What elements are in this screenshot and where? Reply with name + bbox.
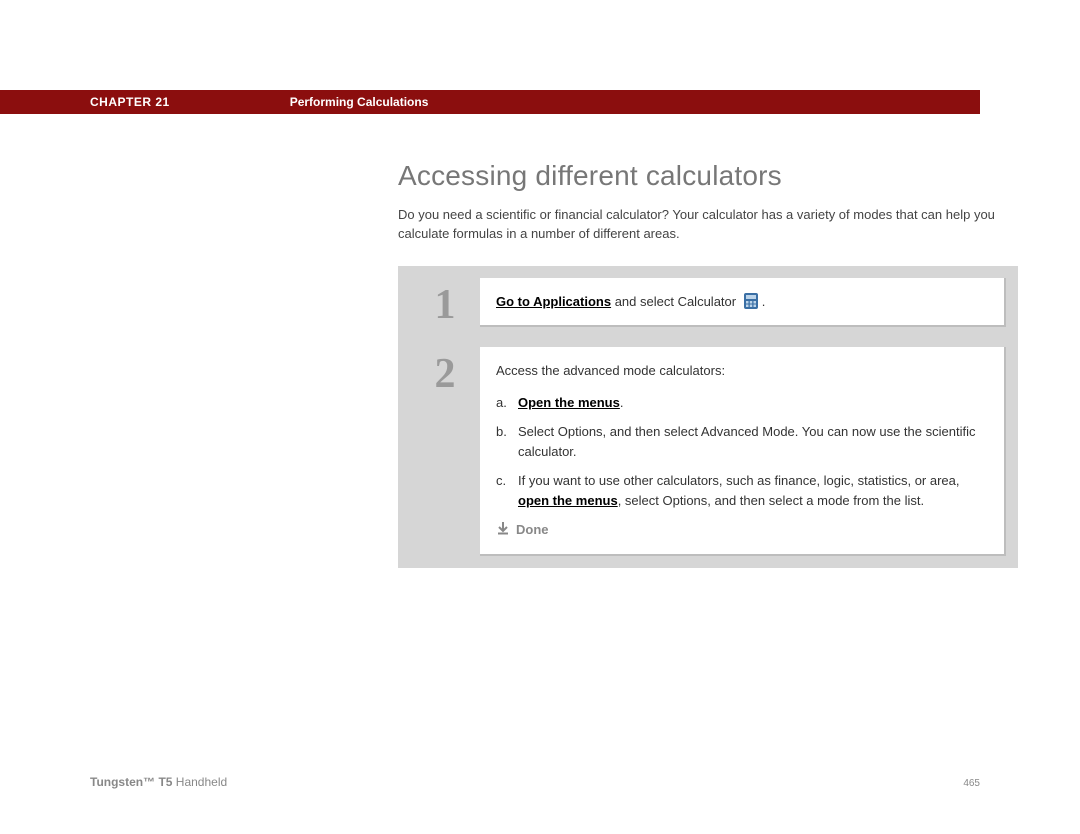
open-the-menus-link-2[interactable]: open the menus	[518, 493, 618, 508]
step-2b-label: b.	[496, 422, 518, 461]
page-footer: Tungsten™ T5 Handheld 465	[90, 775, 980, 789]
step-2a-suffix: .	[620, 395, 624, 410]
step-1-period: .	[762, 294, 766, 309]
step-2c-after: , select Options, and then select a mode…	[618, 493, 924, 508]
steps-container: 1 Go to Applications and select Calculat…	[398, 266, 1018, 568]
product-rest: Handheld	[172, 775, 227, 789]
step-2-number: 2	[410, 347, 480, 395]
intro-paragraph: Do you need a scientific or financial ca…	[398, 206, 1018, 244]
open-the-menus-link[interactable]: Open the menus	[518, 395, 620, 410]
step-1-body: Go to Applications and select Calculator…	[480, 278, 1006, 328]
done-indicator: Done	[496, 520, 988, 540]
step-2a: a. Open the menus.	[496, 393, 988, 413]
step-2c: c. If you want to use other calculators,…	[496, 471, 988, 510]
step-2-lead: Access the advanced mode calculators:	[496, 361, 988, 381]
page-number: 465	[963, 778, 980, 789]
main-content: Accessing different calculators Do you n…	[398, 160, 1018, 568]
chapter-header: CHAPTER 21 Performing Calculations	[0, 90, 980, 114]
step-2-body: Access the advanced mode calculators: a.…	[480, 347, 1006, 556]
step-2-sublist: a. Open the menus. b. Select Options, an…	[496, 393, 988, 511]
step-2b-text: Select Options, and then select Advanced…	[518, 422, 988, 461]
step-1: 1 Go to Applications and select Calculat…	[402, 270, 1014, 336]
step-1-number: 1	[410, 278, 480, 326]
page-title: Accessing different calculators	[398, 160, 1018, 192]
section-title: Performing Calculations	[170, 95, 429, 109]
done-label: Done	[516, 520, 549, 540]
step-2c-before: If you want to use other calculators, su…	[518, 473, 960, 488]
done-arrow-icon	[496, 521, 510, 539]
step-2b: b. Select Options, and then select Advan…	[496, 422, 988, 461]
step-2: 2 Access the advanced mode calculators: …	[402, 335, 1014, 564]
calculator-icon	[740, 294, 762, 309]
go-to-applications-link[interactable]: Go to Applications	[496, 294, 611, 309]
step-1-text: and select Calculator	[611, 294, 740, 309]
step-2a-label: a.	[496, 393, 518, 413]
product-strong: Tungsten™ T5	[90, 775, 172, 789]
product-name: Tungsten™ T5 Handheld	[90, 775, 227, 789]
chapter-label: CHAPTER 21	[0, 95, 170, 109]
step-2c-label: c.	[496, 471, 518, 510]
